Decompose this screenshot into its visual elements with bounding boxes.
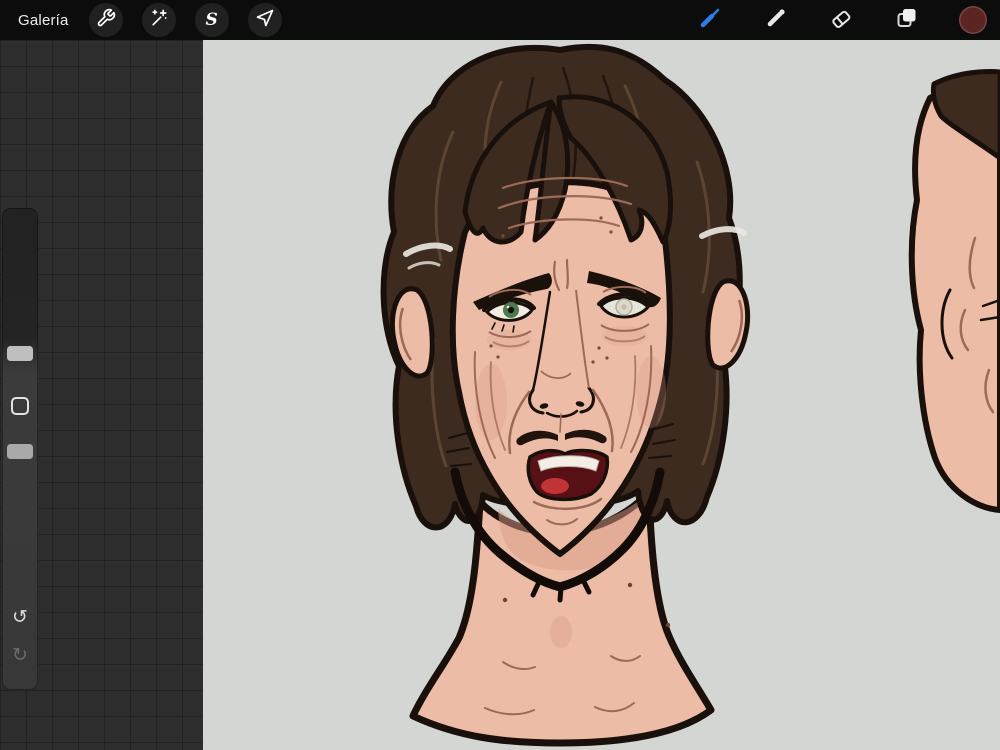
magic-wand-icon — [149, 8, 169, 33]
layers-button[interactable] — [892, 5, 922, 35]
top-toolbar: Galería S — [0, 0, 1000, 40]
selection-button[interactable]: S — [194, 3, 229, 37]
transform-arrow-icon — [255, 8, 275, 33]
eraser-icon — [828, 5, 854, 36]
brush-icon — [696, 5, 722, 36]
brush-sidebar: ↺ ↻ — [2, 208, 38, 690]
adjustments-button[interactable] — [141, 3, 176, 37]
wrench-icon — [96, 8, 116, 33]
toolbar-left-group: Galería S — [0, 3, 282, 37]
layers-icon — [894, 5, 920, 36]
modify-button[interactable] — [11, 397, 29, 415]
erase-tool-button[interactable] — [826, 5, 856, 35]
actions-button[interactable] — [88, 3, 123, 37]
color-swatch-icon — [959, 6, 987, 34]
color-button[interactable] — [958, 5, 988, 35]
undo-button[interactable]: ↺ — [2, 608, 38, 628]
artwork-portrait — [380, 43, 1000, 747]
brush-size-slider[interactable] — [7, 346, 33, 361]
smudge-tool-button[interactable] — [760, 5, 790, 35]
art-second-face — [908, 69, 1000, 513]
transform-button[interactable] — [247, 3, 282, 37]
redo-button[interactable]: ↻ — [2, 646, 38, 666]
workspace-background: ↺ ↻ — [0, 40, 203, 750]
gallery-button[interactable]: Galería — [18, 12, 69, 29]
opacity-slider[interactable] — [7, 444, 33, 459]
toolbar-right-group — [694, 5, 1000, 35]
selection-s-icon: S — [205, 9, 218, 30]
paint-tool-button[interactable] — [694, 5, 724, 35]
smudge-icon — [762, 5, 788, 36]
canvas[interactable] — [203, 40, 1000, 750]
